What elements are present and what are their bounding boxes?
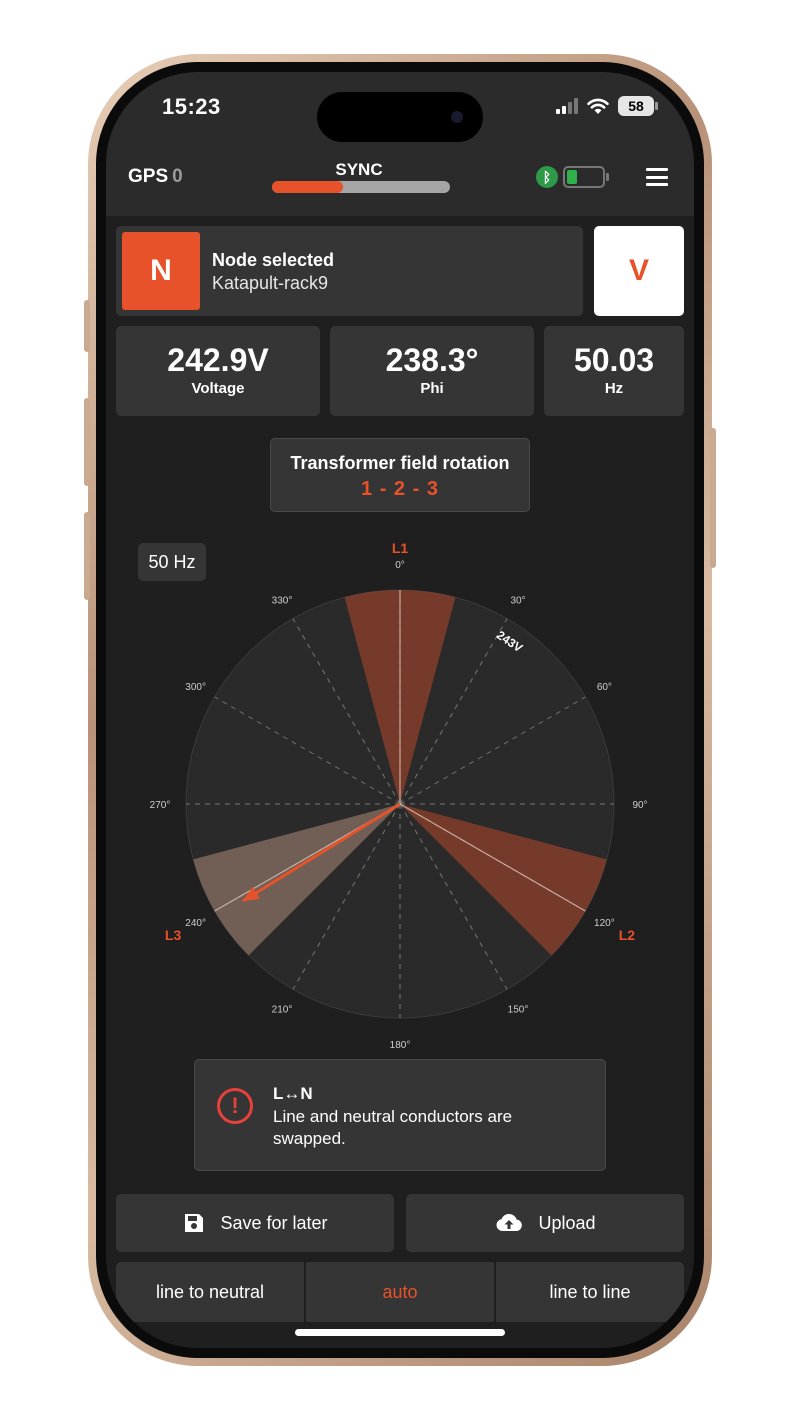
angle-label-0: 0°: [395, 560, 405, 571]
bluetooth-icon[interactable]: ᛒ: [536, 166, 558, 188]
frequency-label: Hz: [604, 380, 624, 397]
status-icons: 58: [556, 96, 658, 116]
angle-label-30: 30°: [510, 596, 525, 607]
device-battery-icon: [563, 166, 609, 188]
alert-circle-icon: !: [217, 1088, 253, 1124]
phasor-diagram: 0° 30° 60° 90° 120° 150° 180° 210° 240° 270° 300° 3…: [150, 540, 648, 1051]
voltage-metric: 242.9V Voltage: [116, 326, 320, 416]
frequency-metric: 50.03 Hz: [544, 326, 684, 416]
angle-label-60: 60°: [597, 682, 612, 693]
dynamic-island: [317, 92, 483, 142]
volume-up-button: [84, 398, 90, 486]
voltage-label: Voltage: [191, 380, 245, 397]
status-time: 15:23: [162, 94, 221, 119]
device-battery-fill: [567, 170, 578, 184]
wifi-icon: [587, 98, 609, 114]
phase-label-l3: L3: [165, 927, 182, 943]
field-rotation-value: 1 - 2 - 3: [361, 478, 439, 500]
camera-icon: [451, 111, 463, 123]
status-bar: 15:23 58: [106, 72, 694, 152]
angle-label-120: 120°: [594, 918, 615, 929]
phase-label-l1: L1: [392, 540, 409, 556]
cloud-upload-icon: [496, 1213, 523, 1231]
cellular-signal-icon: [556, 98, 578, 114]
voltage-mode-button[interactable]: V: [594, 226, 684, 316]
field-rotation-title: Transformer field rotation: [290, 453, 510, 473]
sync-progress-fill: [272, 181, 344, 193]
app-header: GPS 0 SYNC ᛒ: [106, 152, 694, 216]
sync-progress-bar[interactable]: [272, 181, 450, 193]
node-name: Katapult-rack9: [212, 273, 329, 293]
alert-title: L↔N: [273, 1084, 313, 1103]
power-button: [710, 428, 716, 568]
volume-down-button: [84, 512, 90, 600]
measurement-mode-selector: line to neutral auto line to line: [116, 1262, 684, 1322]
node-title: Node selected: [212, 250, 335, 270]
node-card[interactable]: N Node selected Katapult-rack9: [116, 226, 583, 316]
frequency-badge: 50 Hz: [138, 543, 206, 581]
segment-auto[interactable]: auto: [306, 1262, 494, 1322]
alert-message: Line and neutral conductors are swapped.: [273, 1107, 513, 1148]
save-for-later-label: Save for later: [220, 1212, 328, 1233]
phi-value: 238.3°: [385, 342, 479, 378]
segment-line-to-neutral[interactable]: line to neutral: [116, 1262, 304, 1322]
gps-label: GPS: [128, 166, 169, 187]
angle-label-210: 210°: [272, 1004, 293, 1015]
wiring-alert: ! L↔N Line and neutral conductors are sw…: [194, 1059, 606, 1171]
field-rotation-box: Transformer field rotation 1 - 2 - 3: [270, 438, 530, 512]
app-screen: 15:23 58 GPS 0 SYNC ᛒ N Node selected Kat…: [106, 72, 694, 1348]
phase-label-l2: L2: [619, 927, 636, 943]
frequency-value: 50.03: [573, 342, 655, 378]
floppy-disk-icon: [185, 1214, 204, 1232]
angle-label-240: 240°: [185, 918, 206, 929]
angle-label-90: 90°: [632, 800, 647, 811]
upload-button[interactable]: Upload: [406, 1194, 684, 1252]
node-badge: N: [122, 232, 200, 310]
angle-label-270: 270°: [150, 800, 171, 811]
home-indicator[interactable]: [295, 1329, 505, 1336]
voltage-value: 242.9V: [167, 342, 269, 378]
gps-indicator[interactable]: GPS 0: [128, 166, 183, 188]
angle-label-330: 330°: [272, 596, 293, 607]
sync-label: SYNC: [335, 160, 383, 179]
gps-value: 0: [172, 166, 183, 187]
save-for-later-button[interactable]: Save for later: [116, 1194, 394, 1252]
angle-label-300: 300°: [185, 682, 206, 693]
hamburger-menu-icon[interactable]: [646, 168, 668, 186]
upload-label: Upload: [538, 1212, 596, 1233]
segment-line-to-line[interactable]: line to line: [496, 1262, 684, 1322]
phi-label: Phi: [420, 380, 444, 397]
phone-battery-icon: 58: [618, 96, 658, 116]
phi-metric: 238.3° Phi: [330, 326, 534, 416]
action-button: [84, 300, 90, 352]
angle-label-180: 180°: [390, 1040, 411, 1051]
angle-label-150: 150°: [508, 1004, 529, 1015]
